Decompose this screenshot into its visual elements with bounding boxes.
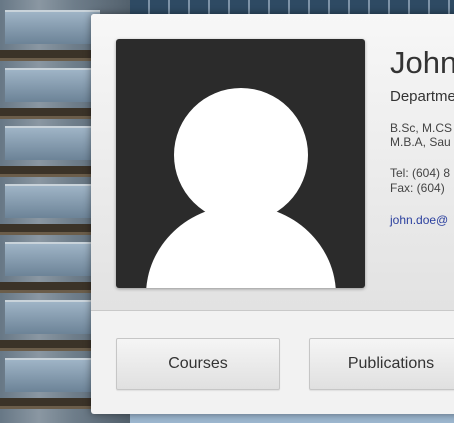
profile-email-link[interactable]: john.doe@ xyxy=(390,213,454,227)
profile-name: John xyxy=(390,45,454,80)
avatar-placeholder-icon xyxy=(116,39,365,288)
publications-button[interactable]: Publications xyxy=(309,338,454,390)
profile-card: John Departme B.Sc, M.CS M.B.A, Sau Tel:… xyxy=(91,14,454,414)
degrees-line-2: M.B.A, Sau xyxy=(390,135,451,149)
degrees-line-1: B.Sc, M.CS xyxy=(390,121,453,135)
profile-info: John Departme B.Sc, M.CS M.B.A, Sau Tel:… xyxy=(390,44,454,227)
profile-tel: Tel: (604) 8 xyxy=(390,166,451,180)
profile-fax: Fax: (604) xyxy=(390,181,445,195)
profile-degrees: B.Sc, M.CS M.B.A, Sau xyxy=(390,121,454,149)
courses-button[interactable]: Courses xyxy=(116,338,280,390)
profile-header: John Departme B.Sc, M.CS M.B.A, Sau Tel:… xyxy=(91,14,454,311)
profile-contact: Tel: (604) 8 Fax: (604) xyxy=(390,166,454,196)
profile-department: Departme xyxy=(390,88,454,105)
